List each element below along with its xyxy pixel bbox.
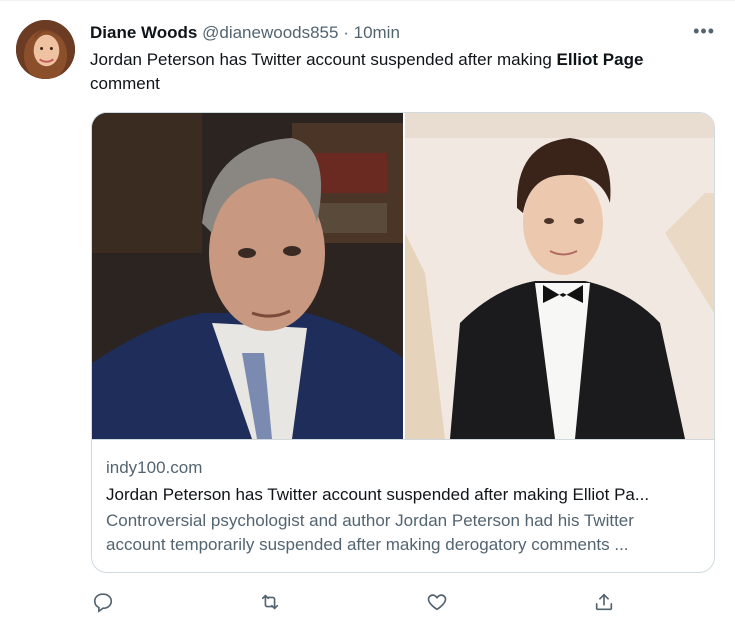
avatar[interactable]	[16, 20, 75, 79]
share-icon[interactable]	[591, 589, 617, 615]
tweet[interactable]: Diane Woods @dianewoods855 · 10min ••• J…	[0, 0, 735, 620]
card-description: Controversial psychologist and author Jo…	[106, 509, 700, 557]
photo-man-in-suit	[92, 113, 403, 439]
author-name[interactable]: Diane Woods	[90, 23, 197, 42]
link-card[interactable]: indy100.com Jordan Peterson has Twitter …	[91, 112, 715, 573]
card-description-line1: Controversial psychologist and author Jo…	[106, 511, 634, 530]
separator: ·	[343, 23, 349, 42]
tweet-actions	[90, 589, 630, 615]
reply-icon[interactable]	[90, 589, 116, 615]
author-handle[interactable]: @dianewoods855	[202, 23, 338, 42]
card-body[interactable]: indy100.com Jordan Peterson has Twitter …	[106, 453, 700, 557]
tweet-header: Diane Woods @dianewoods855 · 10min	[90, 22, 715, 44]
card-divider	[92, 439, 714, 440]
more-options-icon[interactable]: •••	[693, 21, 715, 42]
tweet-text-after: comment	[90, 74, 160, 93]
tweet-text-bold: Elliot Page	[556, 50, 644, 69]
like-icon[interactable]	[424, 589, 450, 615]
timestamp[interactable]: 10min	[354, 23, 400, 42]
card-media[interactable]	[92, 113, 714, 439]
tweet-text-before: Jordan Peterson has Twitter account susp…	[90, 50, 557, 69]
card-domain: indy100.com	[106, 458, 203, 477]
card-title: Jordan Peterson has Twitter account susp…	[106, 485, 650, 504]
tweet-text: Jordan Peterson has Twitter account susp…	[90, 48, 710, 96]
photo-person-in-tuxedo	[405, 113, 714, 439]
card-description-line2: account temporarily suspended after maki…	[106, 535, 629, 554]
retweet-icon[interactable]	[257, 589, 283, 615]
